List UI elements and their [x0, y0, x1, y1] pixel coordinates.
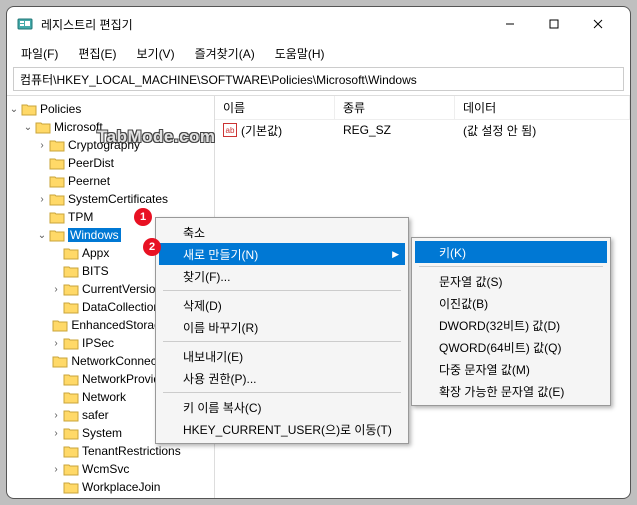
separator [163, 341, 401, 342]
tree-node[interactable]: Network [82, 390, 126, 404]
value-name: (기본값) [241, 122, 282, 139]
ctx-permissions[interactable]: 사용 권한(P)... [159, 367, 405, 389]
tree-node[interactable]: Appx [82, 246, 109, 260]
folder-icon [63, 336, 79, 350]
menu-file[interactable]: 파일(F) [13, 43, 66, 64]
separator [419, 266, 603, 267]
sub-string[interactable]: 문자열 값(S) [415, 270, 607, 292]
folder-icon [21, 102, 37, 116]
ctx-collapse[interactable]: 축소 [159, 221, 405, 243]
annotation-badge-2: 2 [143, 238, 161, 256]
ctx-copy-key[interactable]: 키 이름 복사(C) [159, 396, 405, 418]
tree-node[interactable]: Cryptography [68, 138, 140, 152]
sub-dword[interactable]: DWORD(32비트) 값(D) [415, 314, 607, 336]
menu-help[interactable]: 도움말(H) [267, 43, 333, 64]
value-type: REG_SZ [335, 123, 455, 137]
context-submenu-new: 키(K) 문자열 값(S) 이진값(B) DWORD(32비트) 값(D) QW… [411, 237, 611, 406]
sub-binary[interactable]: 이진값(B) [415, 292, 607, 314]
folder-icon [49, 156, 65, 170]
value-data: (값 설정 안 됨) [455, 122, 630, 139]
folder-icon [63, 426, 79, 440]
sub-multistring[interactable]: 다중 문자열 값(M) [415, 358, 607, 380]
tree-node[interactable]: BITS [82, 264, 109, 278]
header-name[interactable]: 이름 [215, 96, 335, 119]
tree-node[interactable]: IPSec [82, 336, 114, 350]
annotation-badge-1: 1 [134, 208, 152, 226]
menu-edit[interactable]: 편집(E) [70, 43, 124, 64]
tree-node[interactable]: TPM [68, 210, 93, 224]
sub-key[interactable]: 키(K) [415, 241, 607, 263]
tree-node[interactable]: WorkplaceJoin [82, 480, 160, 494]
menubar: 파일(F) 편집(E) 보기(V) 즐겨찾기(A) 도움말(H) [7, 41, 630, 65]
separator [163, 290, 401, 291]
tree-node[interactable]: Peernet [68, 174, 110, 188]
folder-icon [52, 318, 68, 332]
window-controls [488, 9, 620, 39]
folder-icon [63, 300, 79, 314]
submenu-arrow-icon: ▶ [392, 249, 399, 260]
minimize-button[interactable] [488, 9, 532, 39]
context-menu: 축소 새로 만들기(N)▶ 찾기(F)... 삭제(D) 이름 바꾸기(R) 내… [155, 217, 409, 444]
list-header: 이름 종류 데이터 [215, 96, 630, 120]
folder-icon [63, 372, 79, 386]
folder-icon [63, 408, 79, 422]
folder-icon [63, 282, 79, 296]
folder-icon [49, 174, 65, 188]
tree-node[interactable]: WcmSvc [82, 462, 129, 476]
folder-icon [49, 210, 65, 224]
ctx-new[interactable]: 새로 만들기(N)▶ [159, 243, 405, 265]
header-type[interactable]: 종류 [335, 96, 455, 119]
maximize-button[interactable] [532, 9, 576, 39]
tree-node[interactable]: TenantRestrictions [82, 444, 181, 458]
folder-icon [63, 390, 79, 404]
folder-icon [63, 246, 79, 260]
menu-favorites[interactable]: 즐겨찾기(A) [187, 43, 263, 64]
tree-node[interactable]: safer [82, 408, 109, 422]
registry-editor-window: 레지스트리 편집기 파일(F) 편집(E) 보기(V) 즐겨찾기(A) 도움말(… [6, 6, 631, 499]
sub-expandstring[interactable]: 확장 가능한 문자열 값(E) [415, 380, 607, 402]
sub-qword[interactable]: QWORD(64비트) 값(Q) [415, 336, 607, 358]
menu-view[interactable]: 보기(V) [128, 43, 182, 64]
address-bar[interactable]: 컴퓨터\HKEY_LOCAL_MACHINE\SOFTWARE\Policies… [13, 67, 624, 91]
folder-icon [63, 480, 79, 494]
folder-icon [63, 444, 79, 458]
ctx-rename[interactable]: 이름 바꾸기(R) [159, 316, 405, 338]
close-button[interactable] [576, 9, 620, 39]
tree-node[interactable]: SystemCertificates [68, 192, 168, 206]
address-path: 컴퓨터\HKEY_LOCAL_MACHINE\SOFTWARE\Policies… [20, 71, 417, 88]
folder-icon [52, 354, 68, 368]
tree-node[interactable]: Policies [40, 102, 81, 116]
header-data[interactable]: 데이터 [455, 96, 630, 119]
tree-node[interactable]: Microsoft [54, 120, 103, 134]
ctx-delete[interactable]: 삭제(D) [159, 294, 405, 316]
folder-icon [49, 228, 65, 242]
tree-node[interactable]: CurrentVersion [82, 282, 162, 296]
tree-node[interactable]: PeerDist [68, 156, 114, 170]
tree-node[interactable]: System [82, 426, 122, 440]
titlebar: 레지스트리 편집기 [7, 7, 630, 41]
folder-icon [35, 120, 51, 134]
app-icon [17, 16, 33, 32]
ctx-goto-hkcu[interactable]: HKEY_CURRENT_USER(으)로 이동(T) [159, 418, 405, 440]
folder-icon [49, 138, 65, 152]
folder-icon [49, 192, 65, 206]
window-title: 레지스트리 편집기 [41, 16, 488, 33]
ctx-find[interactable]: 찾기(F)... [159, 265, 405, 287]
tree-node-windows[interactable]: Windows [68, 228, 121, 242]
folder-icon [63, 264, 79, 278]
ctx-export[interactable]: 내보내기(E) [159, 345, 405, 367]
folder-icon [63, 462, 79, 476]
tree-node[interactable]: DataCollection [82, 300, 160, 314]
list-row[interactable]: ab (기본값) REG_SZ (값 설정 안 됨) [215, 120, 630, 140]
string-value-icon: ab [223, 123, 237, 137]
separator [163, 392, 401, 393]
